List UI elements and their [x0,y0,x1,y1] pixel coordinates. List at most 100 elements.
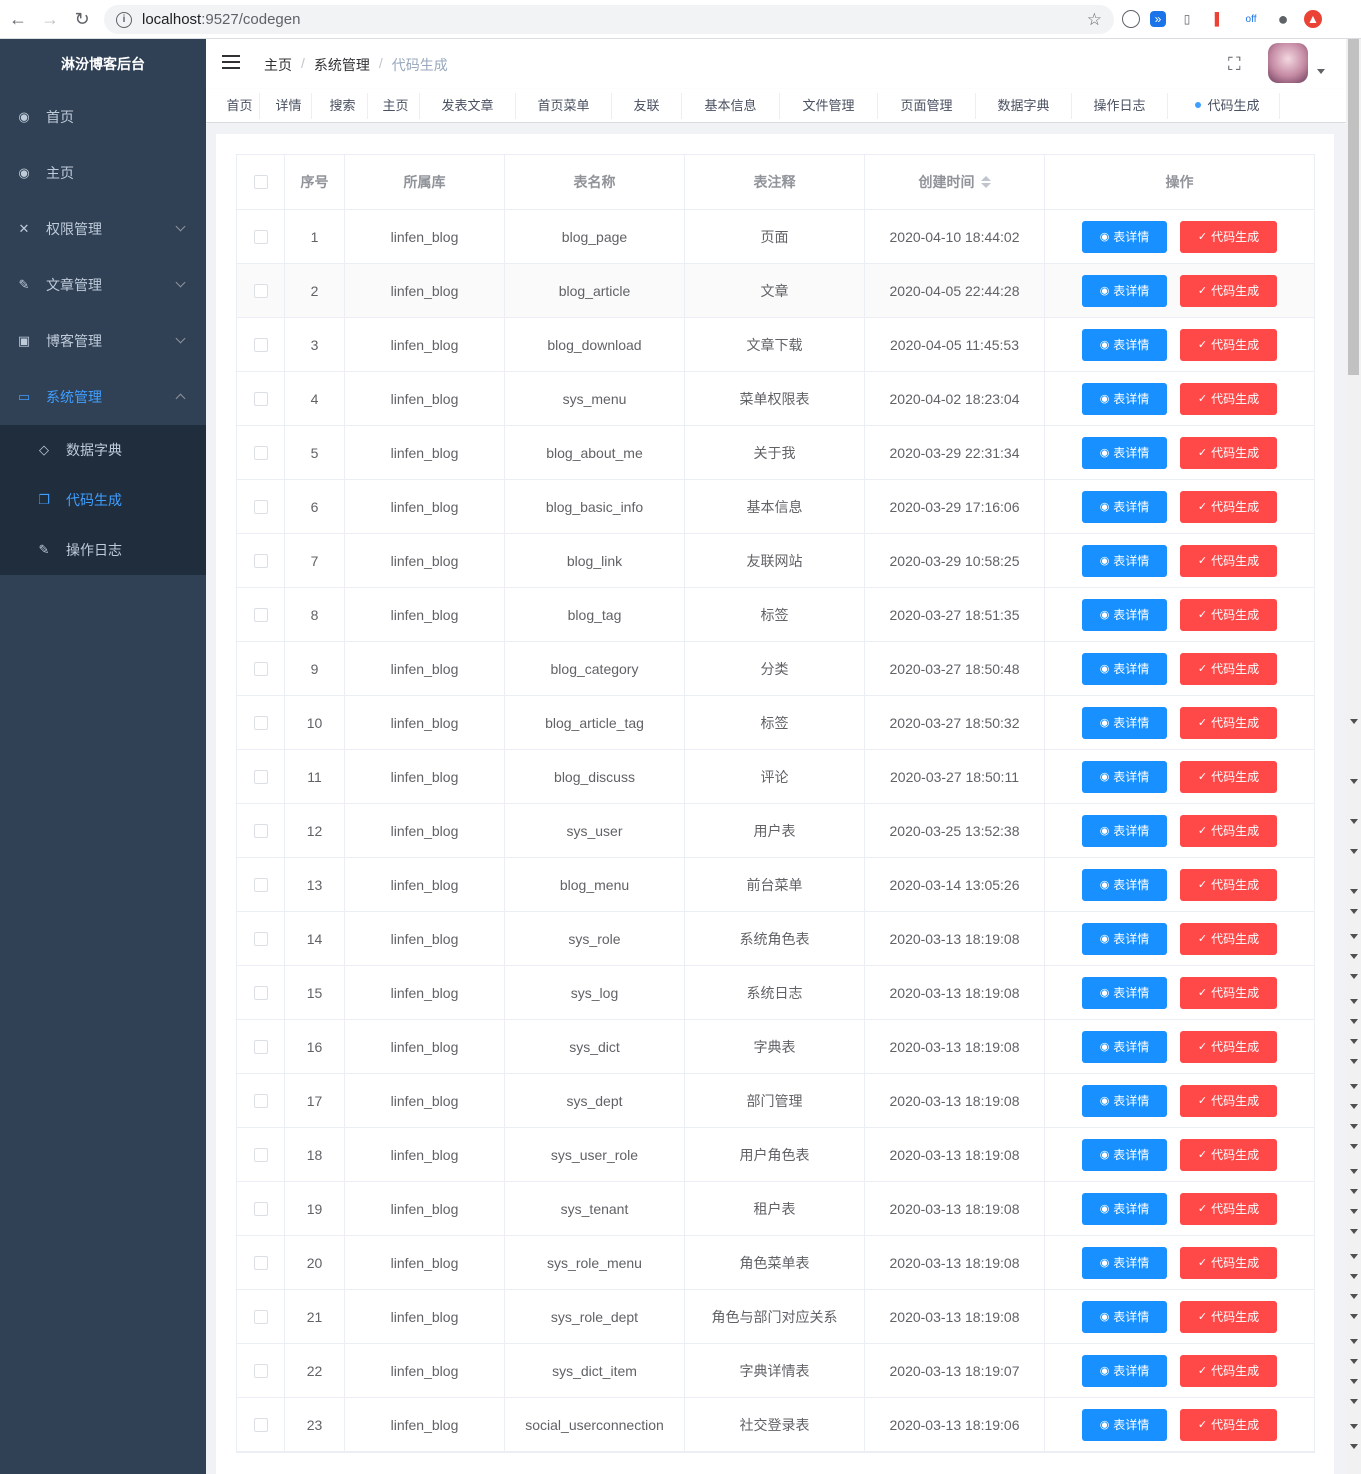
code-generate-button[interactable]: ✓ 代码生成 [1180,1138,1277,1171]
sidebar-subitem-dict[interactable]: ◇ 数据字典 [0,425,206,475]
code-generate-button[interactable]: ✓ 代码生成 [1180,1354,1277,1387]
scroll-down-arrow-icon[interactable] [1350,974,1358,979]
scroll-down-arrow-icon[interactable] [1350,1229,1358,1234]
back-arrow-icon[interactable]: ← [2,4,34,34]
table-detail-button[interactable]: ◉ 表详情 [1082,760,1167,793]
scrollbar-thumb[interactable] [1348,39,1359,375]
table-detail-button[interactable]: ◉ 表详情 [1082,598,1167,631]
scroll-down-arrow-icon[interactable] [1350,1059,1358,1064]
scroll-down-arrow-icon[interactable] [1350,1339,1358,1344]
row-checkbox[interactable] [253,931,268,946]
fullscreen-icon[interactable]: ⛶ [1228,55,1246,73]
tag-pages[interactable]: 页面管理 [878,93,976,119]
code-generate-button[interactable]: ✓ 代码生成 [1180,652,1277,685]
table-detail-button[interactable]: ◉ 表详情 [1082,1030,1167,1063]
scroll-down-arrow-icon[interactable] [1350,1424,1358,1429]
scroll-down-arrow-icon[interactable] [1350,999,1358,1004]
table-detail-button[interactable]: ◉ 表详情 [1082,382,1167,415]
table-detail-button[interactable]: ◉ 表详情 [1082,922,1167,955]
code-generate-button[interactable]: ✓ 代码生成 [1180,220,1277,253]
code-generate-button[interactable]: ✓ 代码生成 [1180,706,1277,739]
forward-arrow-icon[interactable]: → [34,4,66,34]
scroll-down-arrow-icon[interactable] [1350,954,1358,959]
table-detail-button[interactable]: ◉ 表详情 [1082,274,1167,307]
table-detail-button[interactable]: ◉ 表详情 [1082,1138,1167,1171]
table-detail-button[interactable]: ◉ 表详情 [1082,328,1167,361]
tag-home[interactable]: 首页 [220,93,260,119]
row-checkbox[interactable] [253,1309,268,1324]
code-generate-button[interactable]: ✓ 代码生成 [1180,490,1277,523]
code-generate-button[interactable]: ✓ 代码生成 [1180,328,1277,361]
row-checkbox[interactable] [253,823,268,838]
scroll-down-arrow-icon[interactable] [1350,1314,1358,1319]
row-checkbox[interactable] [253,985,268,1000]
code-generate-button[interactable]: ✓ 代码生成 [1180,814,1277,847]
row-checkbox[interactable] [253,337,268,352]
scroll-down-arrow-icon[interactable] [1350,1104,1358,1109]
code-generate-button[interactable]: ✓ 代码生成 [1180,976,1277,1009]
scroll-down-arrow-icon[interactable] [1350,1169,1358,1174]
row-checkbox[interactable] [253,445,268,460]
page-scrollbar[interactable] [1346,39,1361,1474]
row-checkbox[interactable] [253,1363,268,1378]
code-generate-button[interactable]: ✓ 代码生成 [1180,1084,1277,1117]
table-detail-button[interactable]: ◉ 表详情 [1082,1354,1167,1387]
code-generate-button[interactable]: ✓ 代码生成 [1180,1246,1277,1279]
table-detail-button[interactable]: ◉ 表详情 [1082,868,1167,901]
tag-links[interactable]: 友联 [612,93,682,119]
tag-main[interactable]: 主页 [372,93,420,119]
scroll-down-arrow-icon[interactable] [1350,1189,1358,1194]
select-all-checkbox[interactable] [253,175,268,189]
scroll-down-arrow-icon[interactable] [1350,1019,1358,1024]
code-generate-button[interactable]: ✓ 代码生成 [1180,1408,1277,1441]
row-checkbox[interactable] [253,877,268,892]
scroll-down-arrow-icon[interactable] [1350,1144,1358,1149]
sidebar-item-permissions[interactable]: ✕ 权限管理 [0,201,206,257]
avatar[interactable] [1268,43,1308,83]
row-checkbox[interactable] [253,1147,268,1162]
code-generate-button[interactable]: ✓ 代码生成 [1180,1030,1277,1063]
code-generate-button[interactable]: ✓ 代码生成 [1180,868,1277,901]
scroll-down-arrow-icon[interactable] [1350,719,1358,724]
scroll-down-arrow-icon[interactable] [1350,849,1358,854]
table-detail-button[interactable]: ◉ 表详情 [1082,544,1167,577]
tag-files[interactable]: 文件管理 [780,93,878,119]
row-checkbox[interactable] [253,1255,268,1270]
code-generate-button[interactable]: ✓ 代码生成 [1180,274,1277,307]
tag-detail[interactable]: 详情 [266,93,312,119]
breadcrumb-item[interactable]: 主页 [264,55,292,75]
reload-icon[interactable]: ↻ [66,4,98,34]
scroll-down-arrow-icon[interactable] [1350,1084,1358,1089]
row-checkbox[interactable] [253,553,268,568]
scroll-down-arrow-icon[interactable] [1350,1039,1358,1044]
code-generate-button[interactable]: ✓ 代码生成 [1180,436,1277,469]
row-checkbox[interactable] [253,499,268,514]
table-detail-button[interactable]: ◉ 表详情 [1082,976,1167,1009]
account-icon[interactable]: ● [1272,8,1294,30]
sidebar-item-blog[interactable]: ▣ 博客管理 [0,313,206,369]
breadcrumb-item[interactable]: 系统管理 [314,55,370,75]
row-checkbox[interactable] [253,391,268,406]
scroll-down-arrow-icon[interactable] [1350,1274,1358,1279]
tag-oplog[interactable]: 操作日志 [1072,93,1168,119]
sidebar-item-main[interactable]: ◉ 主页 [0,145,206,201]
scroll-down-arrow-icon[interactable] [1350,1209,1358,1214]
table-detail-button[interactable]: ◉ 表详情 [1082,1246,1167,1279]
caret-down-icon[interactable] [1317,69,1325,74]
extension-icon[interactable]: ▲ [1304,10,1322,28]
row-checkbox[interactable] [253,1201,268,1216]
extension-icon[interactable] [1122,10,1140,28]
extension-icon[interactable]: ▌ [1208,8,1230,30]
extension-icon[interactable]: off [1240,8,1262,30]
tag-search[interactable]: 搜索 [318,93,368,119]
scroll-down-arrow-icon[interactable] [1350,1294,1358,1299]
code-generate-button[interactable]: ✓ 代码生成 [1180,598,1277,631]
table-detail-button[interactable]: ◉ 表详情 [1082,1300,1167,1333]
table-detail-button[interactable]: ◉ 表详情 [1082,814,1167,847]
table-detail-button[interactable]: ◉ 表详情 [1082,1192,1167,1225]
table-detail-button[interactable]: ◉ 表详情 [1082,436,1167,469]
code-generate-button[interactable]: ✓ 代码生成 [1180,760,1277,793]
row-checkbox[interactable] [253,607,268,622]
sort-icon[interactable] [980,176,991,188]
scroll-down-arrow-icon[interactable] [1350,909,1358,914]
